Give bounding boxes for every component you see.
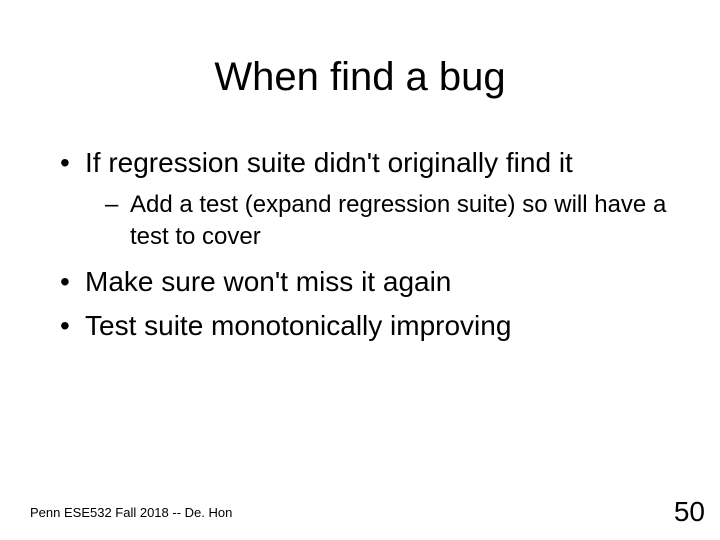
bullet-level-1: Test suite monotonically improving — [60, 308, 670, 344]
footer-page-number: 50 — [674, 496, 705, 528]
footer-course-info: Penn ESE532 Fall 2018 -- De. Hon — [30, 505, 232, 520]
slide-title: When find a bug — [50, 55, 670, 100]
bullet-level-2: Add a test (expand regression suite) so … — [60, 189, 670, 251]
bullet-level-1: If regression suite didn't originally fi… — [60, 145, 670, 181]
slide-content: If regression suite didn't originally fi… — [50, 145, 670, 345]
bullet-level-1: Make sure won't miss it again — [60, 264, 670, 300]
slide-container: When find a bug If regression suite didn… — [0, 0, 720, 540]
